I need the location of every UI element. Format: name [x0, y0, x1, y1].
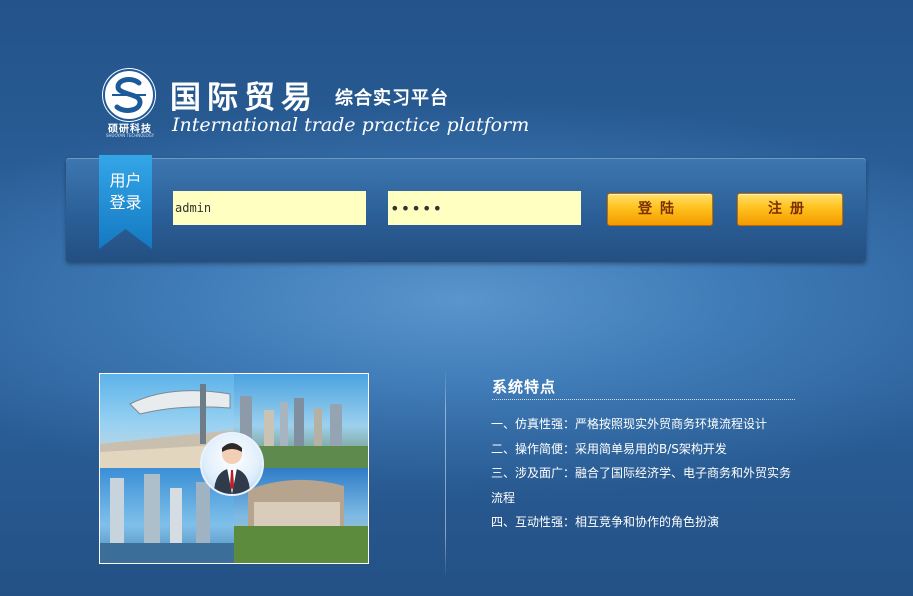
- page-title: 国际贸易: [170, 80, 318, 116]
- username-input[interactable]: [173, 191, 366, 225]
- login-button[interactable]: 登陆: [607, 193, 713, 226]
- features-title: 系统特点: [492, 378, 557, 396]
- logo-subcaption: SHUOYAN TECHNOLOGY: [105, 133, 155, 138]
- user-avatar-icon: [200, 432, 264, 496]
- feature-item: 三、涉及面广：融合了国际经济学、电子商务和外贸实务流程: [491, 466, 792, 505]
- features-title-underline: [492, 399, 795, 400]
- register-button[interactable]: 注册: [737, 193, 843, 226]
- company-logo-icon: [102, 68, 156, 122]
- page-title-english: International trade practice platform: [172, 114, 530, 136]
- password-input[interactable]: [388, 191, 581, 225]
- ribbon-line-1: 用户: [109, 171, 142, 190]
- ribbon-line-2: 登录: [109, 193, 142, 212]
- feature-item: 二、操作简便：采用简单易用的B/S架构开发: [491, 441, 727, 456]
- feature-item: 四、互动性强：相互竞争和协作的角色扮演: [491, 515, 720, 529]
- page-subtitle: 综合实习平台: [335, 88, 449, 109]
- features-list: 一、仿真性强：严格按照现实外贸商务环境流程设计 二、操作简便：采用简单易用的B/…: [491, 412, 801, 535]
- feature-item: 一、仿真性强：严格按照现实外贸商务环境流程设计: [491, 417, 768, 431]
- content-divider: [445, 368, 446, 578]
- login-ribbon-label: 用户 登录: [99, 170, 152, 214]
